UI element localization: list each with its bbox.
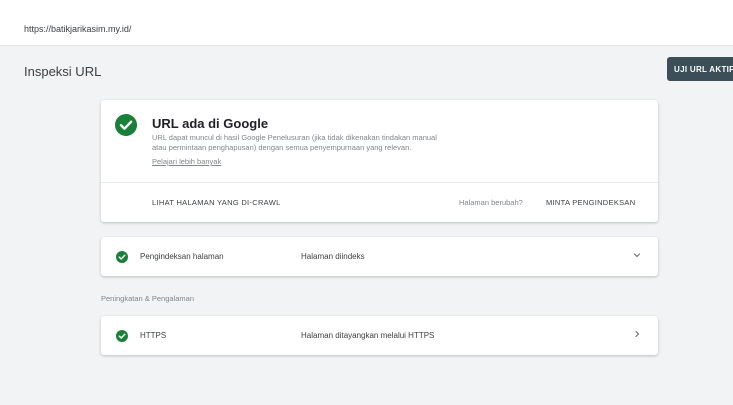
page-changed-text: Halaman berubah? [459, 198, 523, 207]
page-title: Inspeksi URL [24, 64, 102, 79]
check-circle-icon [116, 330, 128, 342]
status-description-line: atau permintaan penghapusan) dengan semu… [152, 143, 412, 152]
page-indexing-label: Pengindeksan halaman [140, 252, 224, 261]
page-indexing-row[interactable]: Pengindeksan halaman Halaman diindeks [101, 237, 658, 276]
view-crawled-page-button[interactable]: LIHAT HALAMAN YANG DI-CRAWL [152, 198, 281, 207]
status-description: URL dapat muncul di hasil Google Penelus… [152, 133, 512, 153]
url-bar: https://batikjarikasim.my.id/ [0, 0, 733, 46]
chevron-down-icon[interactable] [631, 249, 643, 261]
status-title: URL ada di Google [152, 116, 269, 131]
https-value: Halaman ditayangkan melalui HTTPS [301, 331, 435, 340]
url-status-card: URL ada di Google URL dapat muncul di ha… [101, 100, 658, 222]
request-indexing-button[interactable]: MINTA PENGINDEKSAN [546, 198, 635, 207]
https-label: HTTPS [140, 331, 167, 340]
card-divider [101, 182, 658, 183]
check-circle-icon [115, 114, 137, 136]
test-live-url-button[interactable]: UJI URL AKTIF [667, 57, 733, 81]
learn-more-link[interactable]: Pelajari lebih banyak [152, 157, 221, 166]
status-description-line: URL dapat muncul di hasil Google Penelus… [152, 133, 437, 142]
enhancements-section-label: Peningkatan & Pengalaman [101, 294, 194, 303]
inspected-url: https://batikjarikasim.my.id/ [24, 24, 132, 34]
check-circle-icon [116, 251, 128, 263]
page-indexing-value: Halaman diindeks [301, 252, 365, 261]
chevron-right-icon[interactable] [631, 328, 643, 340]
https-row[interactable]: HTTPS Halaman ditayangkan melalui HTTPS [101, 316, 658, 355]
